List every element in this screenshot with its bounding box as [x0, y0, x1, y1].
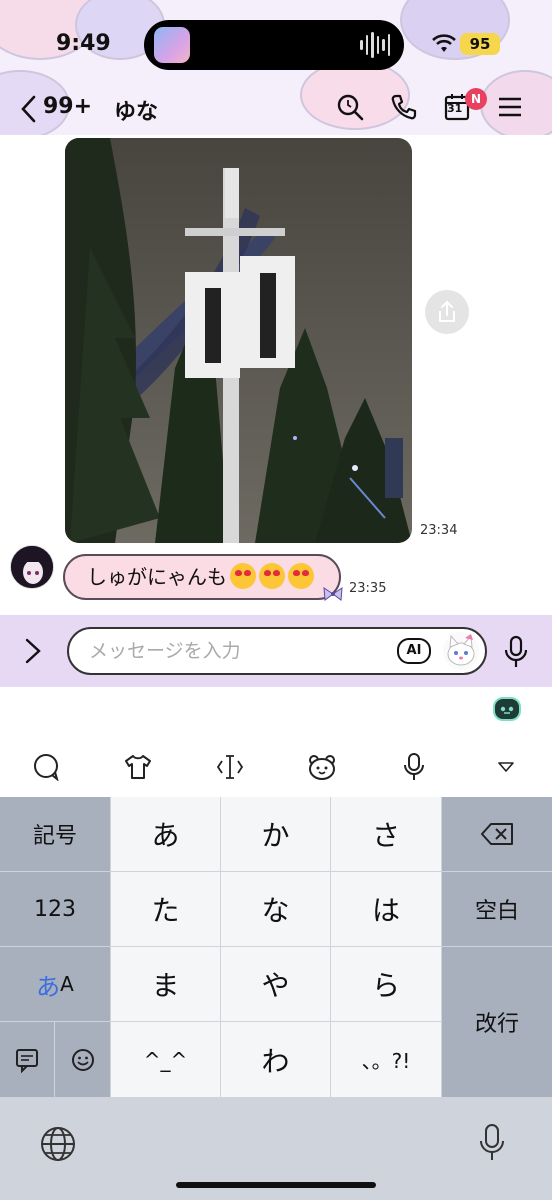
key-ra[interactable]: ら: [331, 947, 441, 1021]
key-ka[interactable]: か: [221, 797, 330, 871]
key-kana-alpha[interactable]: あA: [0, 947, 110, 1021]
key-ya[interactable]: や: [221, 947, 330, 1021]
audio-wave-icon: [360, 32, 390, 58]
key-space[interactable]: 空白: [442, 872, 552, 946]
calendar-badge: N: [465, 88, 487, 110]
status-bar: 9:49 95: [0, 0, 552, 88]
phone-icon[interactable]: [387, 90, 421, 124]
alpha-label: A: [60, 972, 74, 996]
globe-icon[interactable]: [39, 1125, 77, 1167]
app-icon: [154, 27, 190, 63]
input-toolbar: [0, 737, 552, 797]
japanese-keyboard: 記号 123 あA あ か さ た な は ま や ら ^_^ わ 、。?! 空…: [0, 797, 552, 1097]
collapse-triangle-icon[interactable]: [488, 749, 524, 785]
ribbon-icon: [323, 587, 343, 601]
key-ta[interactable]: た: [111, 872, 220, 946]
robot-icon[interactable]: [493, 697, 521, 721]
heart-eyes-emoji-icon: [230, 563, 256, 589]
dynamic-island[interactable]: [144, 20, 404, 70]
message-time: 23:34: [420, 523, 458, 538]
battery-indicator: 95: [460, 33, 500, 55]
microphone-icon[interactable]: [396, 749, 432, 785]
image-message[interactable]: [65, 138, 412, 543]
header-area: 9:49 95 99+ ゆな 31 N: [0, 0, 552, 135]
ai-button[interactable]: AI: [397, 638, 431, 664]
line-chat-screen: 9:49 95 99+ ゆな 31 N 23:34 しゅがにゃんも 23:35 …: [0, 0, 552, 1200]
key-na[interactable]: な: [221, 872, 330, 946]
key-symbols[interactable]: 記号: [0, 797, 110, 871]
wifi-icon: [432, 34, 456, 52]
calendar-day: 31: [447, 102, 463, 115]
heart-eyes-emoji-icon: [259, 563, 285, 589]
search-icon[interactable]: [333, 90, 367, 124]
sticker-cat-icon[interactable]: [443, 632, 479, 670]
chat-bubble-icon[interactable]: [28, 749, 64, 785]
chevron-right-icon[interactable]: [22, 635, 44, 667]
text-cursor-icon[interactable]: [212, 749, 248, 785]
tshirt-icon[interactable]: [120, 749, 156, 785]
key-punctuation[interactable]: 、。?!: [331, 1022, 441, 1097]
chat-area[interactable]: 23:34 しゅがにゃんも 23:35: [0, 135, 552, 615]
unread-count[interactable]: 99+: [43, 94, 92, 119]
message-input-bar: メッセージを入力 AI: [0, 615, 552, 687]
key-ma[interactable]: ま: [111, 947, 220, 1021]
menu-icon[interactable]: [493, 90, 527, 124]
text-message-bubble[interactable]: しゅがにゃんも: [63, 554, 341, 600]
avatar[interactable]: [10, 545, 54, 589]
bear-face-icon[interactable]: [304, 749, 340, 785]
home-indicator[interactable]: [176, 1182, 376, 1188]
key-numbers[interactable]: 123: [0, 872, 110, 946]
key-sa[interactable]: さ: [331, 797, 441, 871]
status-time: 9:49: [56, 31, 111, 56]
share-icon[interactable]: [425, 290, 469, 334]
kana-label: あ: [36, 972, 61, 1001]
heart-eyes-emoji-icon: [288, 563, 314, 589]
key-a[interactable]: あ: [111, 797, 220, 871]
key-wa[interactable]: わ: [221, 1022, 330, 1097]
chevron-left-icon[interactable]: [18, 92, 40, 126]
microphone-icon[interactable]: [503, 635, 529, 669]
key-return[interactable]: 改行: [442, 947, 552, 1097]
backspace-icon[interactable]: [442, 797, 552, 871]
suggestion-row: [0, 687, 552, 737]
message-icon[interactable]: [0, 1022, 54, 1097]
night-photo-image: [65, 138, 412, 543]
key-kaomoji[interactable]: ^_^: [111, 1022, 220, 1097]
chat-title[interactable]: ゆな: [114, 94, 158, 126]
message-time: 23:35: [349, 581, 387, 596]
key-ha[interactable]: は: [331, 872, 441, 946]
dictation-microphone-icon[interactable]: [478, 1123, 506, 1167]
emoji-icon[interactable]: [55, 1022, 110, 1097]
message-text: しゅがにゃんも: [87, 565, 227, 589]
